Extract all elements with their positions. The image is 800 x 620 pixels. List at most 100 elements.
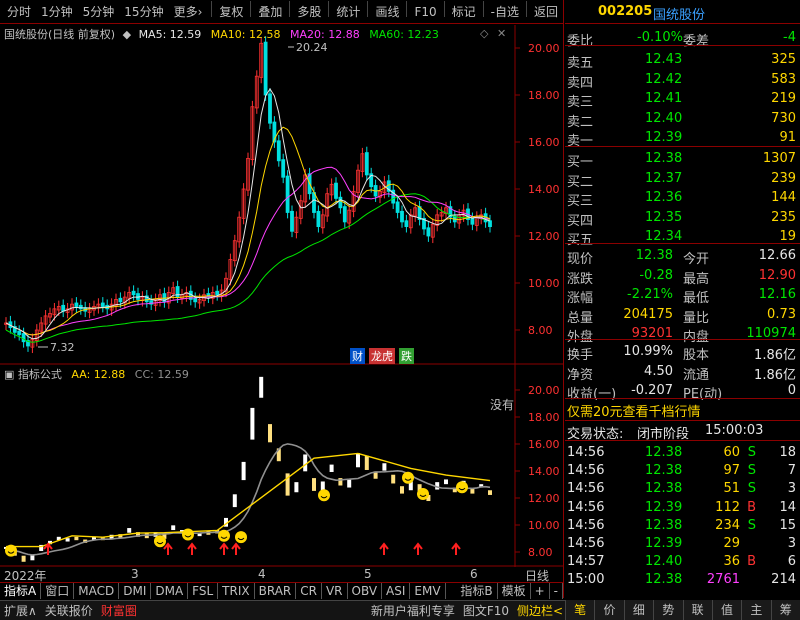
tick-price: 12.39	[645, 499, 683, 515]
order-diff-label: 委差	[683, 34, 710, 49]
indicator-bar	[320, 481, 325, 491]
right-tabs: 笔价细势联值主筹	[565, 600, 800, 620]
side-tab[interactable]: 势	[653, 600, 682, 620]
draw-line-button[interactable]: 画线	[370, 1, 404, 23]
indicator-tab[interactable]: DMA	[151, 583, 189, 599]
close-icon[interactable]: ✕	[497, 27, 506, 40]
fund-label: 流通	[683, 367, 710, 383]
indicator-bar	[470, 488, 475, 494]
candlestick-chart[interactable]: 20.00 18.00 16.00 14.00 12.00 10.00 8.00 20.24…	[0, 25, 563, 365]
expand-button[interactable]: 扩展∧	[0, 602, 41, 619]
tab-5min[interactable]: 5分钟	[78, 1, 120, 23]
indicator-tab[interactable]: EMV	[410, 583, 446, 599]
ma60-value: MA60: 12.23	[369, 28, 439, 41]
mark-button[interactable]: 标记	[447, 1, 481, 23]
indicator-tab[interactable]: BRAR	[255, 583, 297, 599]
indicator-bar	[74, 536, 79, 541]
bid-row: 买四 12.35 235	[565, 208, 800, 229]
stat-value: 0.73	[767, 306, 796, 322]
indicator-tab[interactable]: 窗口	[41, 583, 75, 599]
indicator-tab[interactable]: 指标A	[0, 583, 42, 599]
wealth-circle-button[interactable]: 财富圈	[97, 602, 141, 619]
indicator-legend: ▣ 指标公式 AA: 12.88 CC: 12.59	[4, 366, 189, 382]
side-tab[interactable]: 联	[682, 600, 712, 620]
remove-watchlist-button[interactable]: -自选	[486, 1, 524, 23]
adjust-button[interactable]: 复权	[214, 1, 248, 23]
ask-label: 卖二	[567, 114, 594, 130]
candle-body	[131, 290, 136, 296]
indicator-tab[interactable]: VR	[322, 583, 348, 599]
tab-15min[interactable]: 15分钟	[119, 1, 168, 23]
statistics-button[interactable]: 统计	[331, 1, 365, 23]
finance-badge[interactable]: 财	[350, 348, 365, 364]
indicator-tab[interactable]: CR	[296, 583, 322, 599]
tick-price: 12.40	[645, 554, 683, 570]
order-diff-value: -4	[783, 30, 796, 45]
stat-row: 总量 204175 量比 0.73	[565, 305, 800, 326]
tab-1min[interactable]: 1分钟	[36, 1, 78, 23]
side-tab[interactable]: 价	[594, 600, 623, 620]
fall-badge[interactable]: 跌	[399, 348, 414, 364]
diamond-icon[interactable]: ◇	[480, 27, 488, 40]
indicator-tab[interactable]: 指标B	[456, 583, 498, 599]
side-tab[interactable]: 细	[623, 600, 653, 620]
divider	[565, 440, 800, 441]
indicator-chart[interactable]: 20.00 18.00 16.00 14.00 12.00 10.00 8.00 没有	[0, 365, 563, 567]
divider	[565, 45, 800, 46]
new-user-promo[interactable]: 新用户福利专享	[367, 602, 459, 619]
indicator-tab[interactable]: 模板	[498, 583, 531, 599]
f10-button[interactable]: F10	[409, 1, 441, 23]
more-button[interactable]: 更多›	[169, 1, 208, 23]
indicator-tab[interactable]: OBV	[348, 583, 383, 599]
indicator-tab[interactable]: TRIX	[218, 583, 255, 599]
ask-price: 12.43	[645, 52, 683, 67]
overlay-button[interactable]: 叠加	[253, 1, 287, 23]
back-button[interactable]: 返回	[529, 1, 563, 23]
bid-price: 12.34	[645, 229, 683, 244]
indicator-tab[interactable]: ASI	[382, 583, 411, 599]
toolbar-divider	[250, 0, 252, 17]
indicator-bar	[171, 525, 176, 531]
candle-body	[488, 220, 492, 228]
tick-direction: B	[747, 554, 756, 570]
side-tab[interactable]: 主	[741, 600, 770, 620]
dragon-tiger-badge[interactable]: 龙虎	[369, 348, 395, 364]
indicator-bar	[268, 424, 272, 443]
ask-volume: 730	[771, 110, 796, 126]
toolbar-divider	[289, 0, 291, 17]
quote-panel: 委比 -0.10% 委差 -4 卖五 12.43 325 卖四 12.42 583 卖三 12…	[565, 25, 800, 600]
multi-stock-button[interactable]: 多股	[292, 1, 326, 23]
candle-body	[118, 297, 123, 303]
indicator-tab[interactable]	[446, 583, 457, 599]
indicator-bar	[127, 528, 132, 533]
indicator-bar	[356, 453, 360, 468]
sidebar-toggle[interactable]: 侧边栏<	[513, 602, 567, 619]
smiley-icon	[154, 535, 166, 548]
promo-link[interactable]: 仅需20元查看千档行情	[565, 399, 800, 420]
price-tick-label: 14.00	[528, 465, 560, 478]
promo-text[interactable]: 仅需20元查看千档行情	[567, 401, 701, 420]
side-tab[interactable]: 值	[711, 600, 741, 620]
smiley-icon	[402, 471, 414, 484]
smiley-icon	[218, 529, 230, 542]
scroll-icon[interactable]: ▣	[4, 368, 14, 381]
side-tab[interactable]: 笔	[565, 600, 594, 620]
stat-label: 涨幅	[567, 291, 594, 306]
tab-intraday[interactable]: 分时	[2, 1, 36, 23]
indicator-tab[interactable]: MACD	[74, 583, 120, 599]
f10-graphic-button[interactable]: 图文F10	[459, 602, 513, 619]
indicator-tab[interactable]: FSL	[188, 583, 219, 599]
tick-price: 12.39	[645, 536, 683, 551]
indicator-tab[interactable]: -	[550, 583, 563, 599]
indicator-tab[interactable]: DMI	[119, 583, 152, 599]
stat-label: 总量	[567, 310, 594, 326]
settings-diamond-icon[interactable]: ◆	[123, 28, 131, 41]
indicator-tab[interactable]: +	[531, 583, 550, 599]
related-quotes-button[interactable]: 关联报价	[41, 602, 97, 619]
smiley-icon	[182, 528, 194, 541]
period-label[interactable]: 日线	[525, 567, 549, 584]
order-ratio-label: 委比	[567, 34, 594, 49]
tick-price: 12.38	[645, 517, 683, 533]
side-tab[interactable]: 筹	[770, 600, 800, 620]
price-tick-label: 16.00	[528, 136, 560, 149]
